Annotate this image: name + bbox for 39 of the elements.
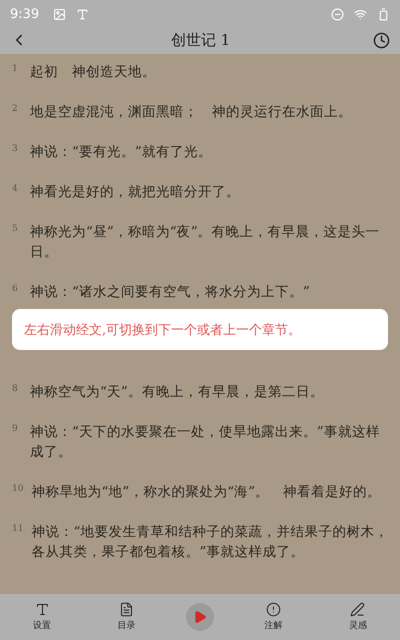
verse-number: 6: [12, 283, 19, 296]
verse-text: 神说：“天下的水要聚在一处，使旱地露出来。”事就这样成了。: [30, 423, 381, 462]
history-button[interactable]: [373, 32, 390, 48]
document-icon: [119, 602, 134, 617]
chapter-title: 创世记 1: [170, 30, 232, 50]
do-not-disturb-icon: [331, 8, 344, 20]
status-time: 9:39: [10, 6, 40, 22]
verse-text: 神称旱地为“地”，称水的聚处为“海”。 神看着是好的。: [31, 483, 382, 502]
wifi-icon: [354, 8, 367, 20]
verse-number: 9: [12, 423, 19, 436]
battery-icon: [377, 8, 390, 20]
verse-number: 8: [12, 383, 19, 396]
image-icon: [53, 8, 66, 20]
verse-number: 5: [12, 223, 19, 236]
verse-text: 神说：“要有光。”就有了光。: [30, 143, 213, 162]
verse-number: 2: [12, 103, 19, 116]
nav-tab[interactable]: 目录: [102, 602, 152, 632]
verse-number: 1: [12, 63, 19, 76]
verse-number: 4: [12, 183, 19, 196]
verse-text: 起初 神创造天地。: [30, 63, 157, 82]
verse-number: 11: [12, 523, 24, 536]
text-icon: [76, 8, 90, 20]
font-icon: [34, 602, 50, 617]
verse-text: 神说：“地要发生青草和结种子的菜蔬，并结果子的树木，各从其类，果子都包着核。”事就这样成了。: [31, 523, 390, 562]
verse-text: 神说：“诸水之间要有空气，将水分为上下。”: [30, 283, 311, 302]
nav-tab[interactable]: 注解: [248, 602, 298, 632]
verse-text: 神称空气为“天”。有晚上，有早晨，是第二日。: [30, 383, 325, 402]
verse-text: 地是空虚混沌，渊面黑暗； 神的灵运行在水面上。: [30, 103, 353, 122]
info-icon: [266, 602, 281, 617]
play-icon: [192, 610, 207, 624]
verse-text: 神看光是好的，就把光暗分开了。: [30, 183, 241, 202]
nav-tab[interactable]: 灵感: [332, 602, 383, 632]
verse-text: 神称光为“昼”，称暗为“夜”。有晚上，有早晨，这是头一日。: [30, 223, 381, 262]
clock-icon: [373, 32, 390, 48]
pen-icon: [350, 602, 366, 617]
toast-text: 左右滑动经文,可切换到下一个或者上一个章节。: [24, 322, 302, 338]
verse-number: 3: [12, 143, 19, 156]
nav-tab[interactable]: 设置: [17, 602, 68, 632]
verse-number: 10: [12, 483, 24, 496]
